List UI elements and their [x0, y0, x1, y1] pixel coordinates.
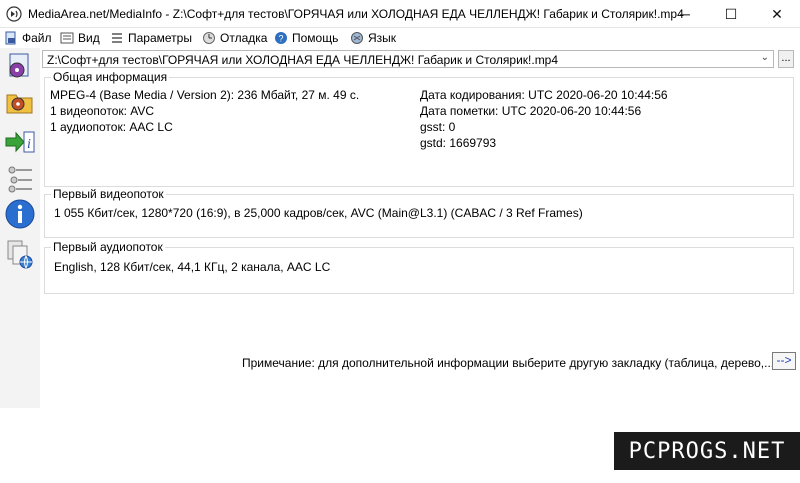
menu-options-label: Параметры: [128, 31, 192, 45]
language-icon: [351, 32, 363, 44]
options-icon: [112, 33, 122, 43]
main-panel: Z:\Софт+для тестов\ГОРЯЧАЯ или ХОЛОДНАЯ …: [42, 48, 798, 478]
settings-icon[interactable]: [4, 162, 36, 194]
open-folder-icon[interactable]: [4, 86, 36, 118]
file-selector-value: Z:\Софт+для тестов\ГОРЯЧАЯ или ХОЛОДНАЯ …: [47, 53, 559, 67]
general-format: MPEG-4 (Base Media / Version 2): 236 Мба…: [50, 88, 360, 102]
debug-icon: [203, 32, 215, 44]
watermark: PCPROGS.NET: [614, 432, 800, 470]
browse-button[interactable]: ...: [778, 50, 794, 68]
chevron-down-icon[interactable]: ⌄: [761, 52, 769, 63]
close-button[interactable]: ✕: [754, 0, 800, 28]
next-view-button[interactable]: -->: [772, 352, 796, 370]
title-bar: MediaArea.net/MediaInfo - Z:\Софт+для те…: [0, 0, 800, 28]
menu-help-label: Помощь: [292, 31, 339, 45]
menu-help[interactable]: ? Помощь: [274, 30, 338, 46]
maximize-button[interactable]: ☐: [708, 0, 754, 28]
menu-bar: Файл Вид Параметры Отладка ? Помощь Язык: [0, 28, 800, 48]
help-icon: ?: [275, 32, 287, 44]
general-info-title: Общая информация: [51, 70, 170, 84]
svg-text:?: ?: [278, 34, 283, 44]
export-info-icon[interactable]: i: [4, 126, 36, 158]
menu-options[interactable]: Параметры: [110, 30, 192, 46]
audio-stream-title: Первый аудиопоток: [51, 240, 165, 254]
menu-debug[interactable]: Отладка: [202, 30, 267, 46]
minimize-button[interactable]: ─: [662, 0, 708, 28]
window-title: MediaArea.net/MediaInfo - Z:\Софт+для те…: [28, 7, 684, 21]
general-audio-count: 1 аудиопоток: AAC LC: [50, 120, 173, 134]
video-stream-title: Первый видеопоток: [51, 187, 166, 201]
general-encoded-date: Дата кодирования: UTC 2020-06-20 10:44:5…: [420, 88, 668, 102]
svg-text:i: i: [27, 137, 31, 152]
open-file-icon[interactable]: [4, 50, 36, 82]
mediainfo-logo-icon: [6, 6, 22, 22]
video-stream-info: 1 055 Кбит/сек, 1280*720 (16:9), в 25,00…: [54, 206, 583, 220]
sidebar-toolbar: i: [0, 48, 40, 408]
menu-view-label: Вид: [78, 31, 100, 45]
general-tagged-date: Дата пометки: UTC 2020-06-20 10:44:56: [420, 104, 642, 118]
general-info-group: Общая информация MPEG-4 (Base Media / Ve…: [44, 70, 794, 187]
general-gsst: gsst: 0: [420, 120, 456, 134]
file-selector[interactable]: Z:\Софт+для тестов\ГОРЯЧАЯ или ХОЛОДНАЯ …: [42, 50, 774, 68]
audio-stream-info: English, 128 Кбит/сек, 44,1 КГц, 2 канал…: [54, 260, 331, 274]
general-gstd: gstd: 1669793: [420, 136, 497, 150]
general-video-count: 1 видеопоток: AVC: [50, 104, 155, 118]
menu-debug-label: Отладка: [220, 31, 268, 45]
menu-view[interactable]: Вид: [60, 30, 100, 46]
view-icon: [60, 32, 74, 44]
audio-stream-group: Первый аудиопоток English, 128 Кбит/сек,…: [44, 240, 794, 294]
video-stream-group: Первый видеопоток 1 055 Кбит/сек, 1280*7…: [44, 187, 794, 238]
menu-file[interactable]: Файл: [4, 30, 52, 46]
file-icon: [5, 31, 16, 45]
about-info-icon[interactable]: [4, 198, 36, 230]
note-text: Примечание: для дополнительной информаци…: [242, 356, 779, 370]
menu-language[interactable]: Язык: [350, 30, 396, 46]
menu-language-label: Язык: [368, 31, 397, 45]
menu-file-label: Файл: [22, 31, 52, 45]
website-icon[interactable]: [4, 238, 36, 270]
